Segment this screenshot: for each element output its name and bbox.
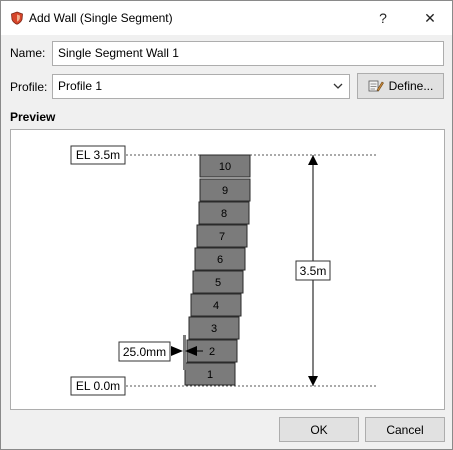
el-top-label: EL 3.5m [76, 148, 120, 162]
offset-label: 25.0mm [123, 345, 166, 359]
profile-select[interactable]: Profile 1 [52, 74, 350, 99]
arrow-down-icon [308, 376, 318, 386]
close-button[interactable]: ✕ [408, 1, 452, 35]
wall-block-label: 6 [217, 254, 223, 266]
help-button[interactable]: ? [361, 1, 405, 35]
window-title: Add Wall (Single Segment) [29, 11, 173, 25]
name-label: Name: [10, 46, 46, 60]
preview-title: Preview [10, 110, 56, 124]
ok-button[interactable]: OK [279, 417, 359, 442]
wall-block-label: 3 [211, 323, 217, 335]
wall-block-label: 9 [222, 185, 228, 197]
cancel-button-label: Cancel [386, 422, 424, 437]
el-bottom-label: EL 0.0m [76, 379, 120, 393]
profile-label: Profile: [10, 80, 48, 94]
ok-button-label: OK [310, 422, 328, 437]
title-bar: Add Wall (Single Segment) ? ✕ [1, 1, 452, 35]
define-button-label: Define... [388, 79, 434, 93]
wall-block-label: 7 [219, 231, 225, 243]
wall-block-label: 4 [213, 300, 219, 312]
define-edit-icon [368, 80, 384, 92]
offset-arrow-left-icon [171, 346, 183, 356]
cancel-button[interactable]: Cancel [365, 417, 445, 442]
setback-marker [183, 335, 186, 370]
wall-block-label: 5 [215, 277, 221, 289]
app-shield-icon [11, 11, 23, 25]
wall-block-label: 10 [219, 161, 231, 173]
close-icon: ✕ [424, 9, 436, 26]
name-input[interactable]: Single Segment Wall 1 [52, 41, 444, 66]
preview-canvas: EL 3.5m EL 0.0m 3.5m 1 2 3 4 5 6 7 8 9 10 25.0mm [70, 145, 377, 396]
wall-block-label: 2 [209, 346, 215, 358]
chevron-down-icon [333, 83, 343, 89]
preview-panel: EL 3.5m EL 0.0m 3.5m 1 2 3 4 5 6 7 8 9 10 25.0mm [10, 129, 445, 410]
define-button[interactable]: Define... [357, 73, 444, 99]
wall-block-label: 1 [207, 369, 213, 381]
height-label: 3.5m [300, 264, 327, 278]
help-icon: ? [379, 10, 387, 26]
wall-block-label: 8 [221, 208, 227, 220]
arrow-up-icon [308, 155, 318, 165]
add-wall-dialog: Add Wall (Single Segment) ? ✕ Name: Sing… [0, 0, 453, 450]
profile-select-value: Profile 1 [58, 79, 103, 93]
